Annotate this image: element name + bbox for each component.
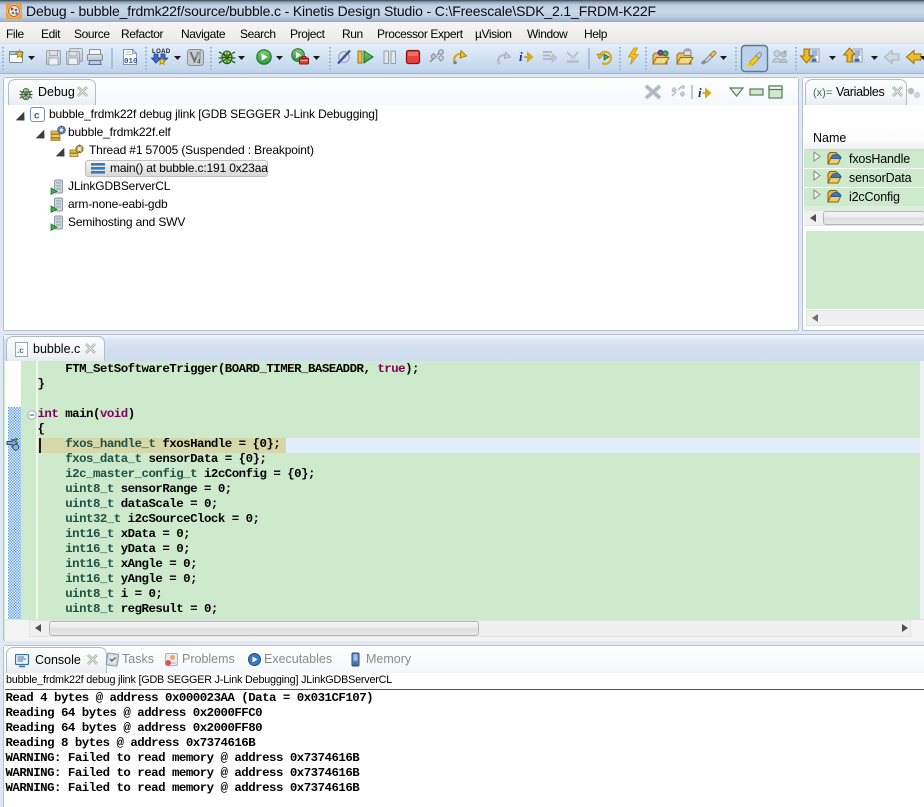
svg-text:c: c	[34, 111, 40, 122]
svg-text:i: i	[698, 85, 702, 100]
svg-text:010: 010	[124, 58, 138, 66]
svg-text:4: 4	[197, 59, 201, 66]
svg-text:.c: .c	[17, 346, 24, 355]
svg-text:i: i	[519, 49, 523, 64]
